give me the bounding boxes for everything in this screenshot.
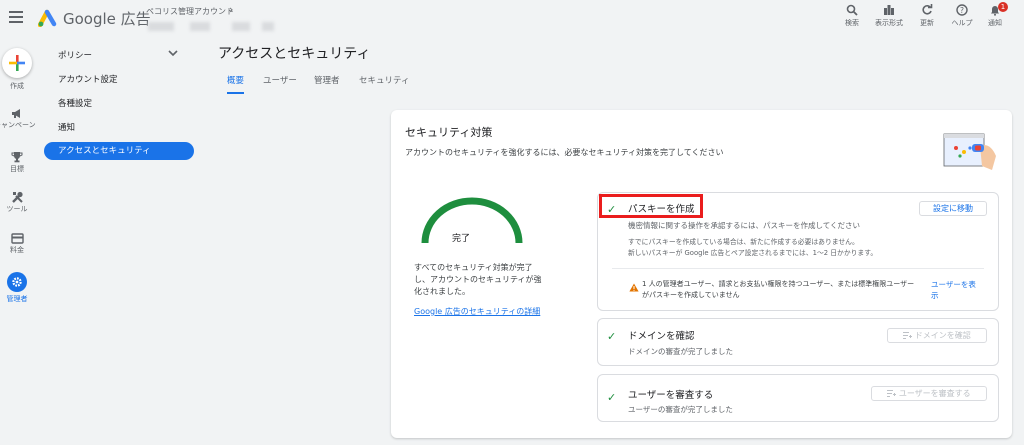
task-description: 機密情報に関する操作を承認するには、パスキーを作成してください (628, 221, 861, 230)
task-title: ユーザーを審査する (628, 390, 714, 401)
menu-icon[interactable] (9, 11, 23, 23)
sidebar-item-label: 各種設定 (58, 99, 93, 109)
account-chevron-icon[interactable]: › (229, 3, 233, 16)
tool-label: 通知 (988, 19, 1002, 27)
goals-trophy-icon (11, 152, 23, 163)
security-details-link[interactable]: Google 広告のセキュリティの詳細 (414, 306, 540, 317)
redacted-account-id (148, 22, 174, 31)
sidebar-item-label: 通知 (58, 123, 76, 133)
sidebar-item-access-security[interactable]: アクセスとセキュリティ (44, 142, 194, 160)
help-icon: ? (956, 4, 968, 16)
billing-card-icon (10, 233, 24, 244)
highlight-annotation (599, 194, 703, 218)
rail-item-tools[interactable]: ツール (0, 191, 34, 214)
active-tab-indicator (227, 92, 244, 94)
card-subtitle: アカウントのセキュリティを強化するには、必要なセキュリティ対策を完了してください (405, 148, 724, 157)
notification-count-badge: 1 (998, 2, 1008, 12)
redacted-account-id (190, 22, 210, 31)
warning-message: 1 人の管理者ユーザー、請求とお支払い権限を持つユーザー、または標準権限ユーザー… (642, 280, 915, 299)
verify-domain-button[interactable]: ドメインを確認 (887, 328, 987, 343)
rail-label: 管理者 (6, 295, 28, 303)
tab-security[interactable]: セキュリティ (359, 74, 410, 86)
filter-list-icon (887, 390, 897, 397)
redacted-account-id (232, 22, 250, 31)
go-to-settings-button[interactable]: 設定に移動 (919, 201, 987, 216)
review-users-button[interactable]: ユーザーを審査する (871, 386, 987, 401)
tab-users[interactable]: ユーザー (263, 74, 297, 86)
google-ads-logo[interactable] (38, 9, 58, 27)
view-users-link[interactable]: ユーザーを表示 (931, 279, 981, 301)
task-description: ユーザーの審査が完了しました (628, 405, 733, 414)
chevron-down-icon[interactable] (168, 50, 178, 57)
tab-admins[interactable]: 管理者 (314, 74, 340, 86)
completion-gauge (421, 197, 523, 244)
button-label: ドメインを確認 (914, 331, 971, 340)
rail-label: 作成 (10, 82, 24, 90)
completion-summary: すべてのセキュリティ対策が完了 し、アカウントのセキュリティが強 化されました。 (414, 263, 542, 296)
rail-label: キャンペーン (0, 121, 36, 129)
task-title: ドメインを確認 (628, 331, 695, 342)
notifications-tool[interactable]: 通知 1 (972, 2, 1018, 36)
sidebar-item-label: アカウント設定 (58, 75, 118, 85)
sidebar-item-notifications[interactable]: 通知 (44, 119, 194, 137)
redacted-account-id (262, 22, 274, 31)
sidebar-item-label: アクセスとセキュリティ (58, 146, 151, 156)
tools-icon (11, 191, 23, 203)
rail-label: 料金 (10, 246, 24, 254)
check-icon: ✓ (607, 391, 617, 404)
sidebar-item-preferences[interactable]: 各種設定 (44, 95, 194, 113)
filter-list-icon (903, 332, 913, 339)
create-plus-icon (9, 55, 25, 71)
rail-item-goals[interactable]: 目標 (0, 151, 34, 174)
button-label: ユーザーを審査する (898, 389, 971, 398)
product-name: Google 広告 (63, 10, 151, 28)
page-title: アクセスとセキュリティ (218, 46, 371, 62)
create-button[interactable] (2, 48, 32, 78)
card-title: セキュリティ対策 (405, 126, 493, 139)
sidebar-item-label: ポリシー (58, 51, 93, 61)
task-note: すでにパスキーを作成している場合は、新たに作成する必要はありません。 新しいパス… (628, 238, 878, 257)
rail-item-create[interactable]: 作成 (0, 81, 34, 91)
svg-text:?: ? (960, 6, 964, 15)
search-icon (846, 4, 858, 16)
rail-item-campaigns[interactable]: キャンペーン (0, 108, 36, 130)
tab-overview[interactable]: 概要 (227, 74, 244, 86)
sidebar-item-account-settings[interactable]: アカウント設定 (44, 71, 194, 89)
security-illustration-icon (943, 133, 996, 170)
rail-item-admin[interactable]: 管理者 (0, 272, 34, 304)
top-bar: Google 広告 ペコリス管理アカウント › 検索 表示形式 更新 ? ヘルプ… (0, 0, 1024, 38)
account-name[interactable]: ペコリス管理アカウント (146, 6, 234, 17)
rail-label: 目標 (10, 165, 24, 173)
task-description: ドメインの審査が完了しました (628, 347, 733, 356)
divider (612, 268, 984, 269)
rail-label: ツール (6, 205, 28, 213)
appearance-icon (884, 5, 894, 15)
check-icon: ✓ (607, 330, 617, 343)
refresh-icon (922, 4, 933, 15)
warning-icon (629, 283, 639, 292)
admin-gear-icon (7, 272, 27, 292)
gauge-status-label: 完了 (452, 234, 471, 244)
rail-item-billing[interactable]: 料金 (0, 233, 34, 255)
campaign-megaphone-icon (12, 109, 20, 118)
